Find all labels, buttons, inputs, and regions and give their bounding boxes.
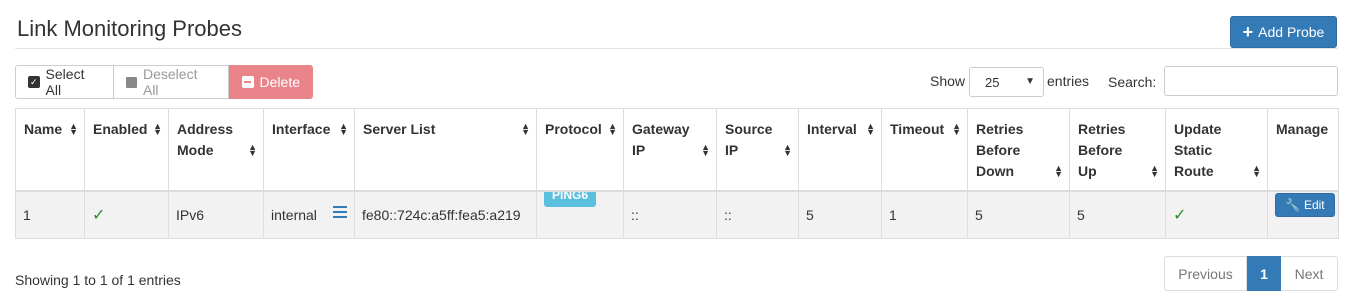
edit-button[interactable]: 🔧 Edit xyxy=(1275,192,1335,217)
page-length-select[interactable]: 25 ▼ xyxy=(969,67,1044,97)
cell-source-ip: :: xyxy=(716,190,799,239)
deselect-all-button[interactable]: Deselect All xyxy=(114,65,229,99)
sort-icon: ▲ ▼ xyxy=(248,142,257,158)
header-name[interactable]: Name ▲ ▼ xyxy=(15,108,85,192)
sort-icon: ▲ ▼ xyxy=(339,121,348,137)
sort-icon: ▲ ▼ xyxy=(952,121,961,137)
sort-icon: ▲ ▼ xyxy=(701,142,710,158)
header-protocol[interactable]: Protocol ▲ ▼ xyxy=(536,108,624,192)
select-all-label: Select All xyxy=(45,66,85,98)
minus-square-icon xyxy=(242,76,254,88)
cell-name: 1 xyxy=(15,190,85,239)
plus-icon: + xyxy=(1242,22,1254,42)
header-gateway-ip[interactable]: Gateway IP ▲ ▼ xyxy=(623,108,717,192)
cell-retries-before-up: 5 xyxy=(1069,190,1166,239)
cell-protocol: PING6 xyxy=(536,190,624,239)
search-label: Search: xyxy=(1108,74,1157,90)
table-info: Showing 1 to 1 of 1 entries xyxy=(15,272,181,288)
header-interface[interactable]: Interface ▲ ▼ xyxy=(263,108,355,192)
list-icon[interactable] xyxy=(332,206,347,219)
select-all-button[interactable]: ✓ Select All xyxy=(15,65,114,99)
sort-icon: ▲ ▼ xyxy=(608,121,617,137)
cell-enabled: ✓ xyxy=(84,190,169,239)
sort-icon: ▲ ▼ xyxy=(1054,163,1063,179)
header-retries-before-up[interactable]: Retries Before Up ▲ ▼ xyxy=(1069,108,1166,192)
title-divider xyxy=(15,48,1338,49)
page-title: Link Monitoring Probes xyxy=(17,16,243,41)
sort-icon: ▲ ▼ xyxy=(1252,163,1261,179)
square-icon xyxy=(126,76,137,88)
sort-icon: ▲ ▼ xyxy=(1150,163,1159,179)
checkmark-icon: ✓ xyxy=(92,206,106,224)
cell-interval: 5 xyxy=(798,190,882,239)
header-retries-before-down[interactable]: Retries Before Down ▲ ▼ xyxy=(967,108,1070,192)
cell-gateway-ip: :: xyxy=(623,190,717,239)
add-probe-button[interactable]: + Add Probe xyxy=(1230,16,1337,48)
header-source-ip[interactable]: Source IP ▲ ▼ xyxy=(716,108,799,192)
cell-retries-before-down: 5 xyxy=(967,190,1070,239)
sort-icon: ▲ ▼ xyxy=(866,121,875,137)
header-manage: Manage xyxy=(1267,108,1339,192)
header-enabled[interactable]: Enabled ▲ ▼ xyxy=(84,108,169,192)
header-interval[interactable]: Interval ▲ ▼ xyxy=(798,108,882,192)
previous-page-button[interactable]: Previous xyxy=(1164,256,1247,291)
probes-table: Name ▲ ▼ Enabled ▲ ▼ Address Mode ▲ ▼ Interfac… xyxy=(15,108,1339,239)
add-probe-label: Add Probe xyxy=(1258,24,1325,40)
deselect-all-label: Deselect All xyxy=(142,66,198,98)
check-square-icon: ✓ xyxy=(28,76,40,88)
sort-icon: ▲ ▼ xyxy=(153,121,162,137)
header-server-list[interactable]: Server List ▲ ▼ xyxy=(354,108,537,192)
show-label: Show xyxy=(930,73,966,89)
cell-update-static-route: ✓ xyxy=(1165,190,1268,239)
page-length-value: 25 xyxy=(985,74,1000,90)
chevron-down-icon: ▼ xyxy=(1025,76,1035,87)
wrench-icon: 🔧 xyxy=(1285,197,1300,212)
page-1-button[interactable]: 1 xyxy=(1247,256,1281,291)
table-row[interactable]: 1 ✓ IPv6 internal fe80::724c:a5ff:fea5:a… xyxy=(15,190,1339,239)
cell-interface: internal xyxy=(263,190,355,239)
sort-icon: ▲ ▼ xyxy=(69,121,78,137)
header-timeout[interactable]: Timeout ▲ ▼ xyxy=(881,108,968,192)
sort-icon: ▲ ▼ xyxy=(783,142,792,158)
cell-server-list: fe80::724c:a5ff:fea5:a219 xyxy=(354,190,537,239)
cell-manage: 🔧 Edit xyxy=(1267,190,1339,239)
cell-timeout: 1 xyxy=(881,190,968,239)
delete-label: Delete xyxy=(259,74,300,90)
delete-button[interactable]: Delete xyxy=(229,65,313,99)
header-update-static-route[interactable]: Update Static Route ▲ ▼ xyxy=(1165,108,1268,192)
checkmark-icon: ✓ xyxy=(1173,206,1187,224)
cell-address-mode: IPv6 xyxy=(168,190,264,239)
edit-label: Edit xyxy=(1303,197,1325,212)
selection-button-group: ✓ Select All Deselect All Delete xyxy=(15,65,313,99)
search-input[interactable] xyxy=(1164,66,1338,96)
entries-label: entries xyxy=(1047,73,1090,89)
next-page-button[interactable]: Next xyxy=(1281,256,1338,291)
protocol-badge: PING6 xyxy=(544,191,597,207)
header-address-mode[interactable]: Address Mode ▲ ▼ xyxy=(168,108,264,192)
interface-value: internal xyxy=(271,206,317,223)
pagination: Previous 1 Next xyxy=(1164,256,1338,291)
sort-icon: ▲ ▼ xyxy=(521,121,530,137)
